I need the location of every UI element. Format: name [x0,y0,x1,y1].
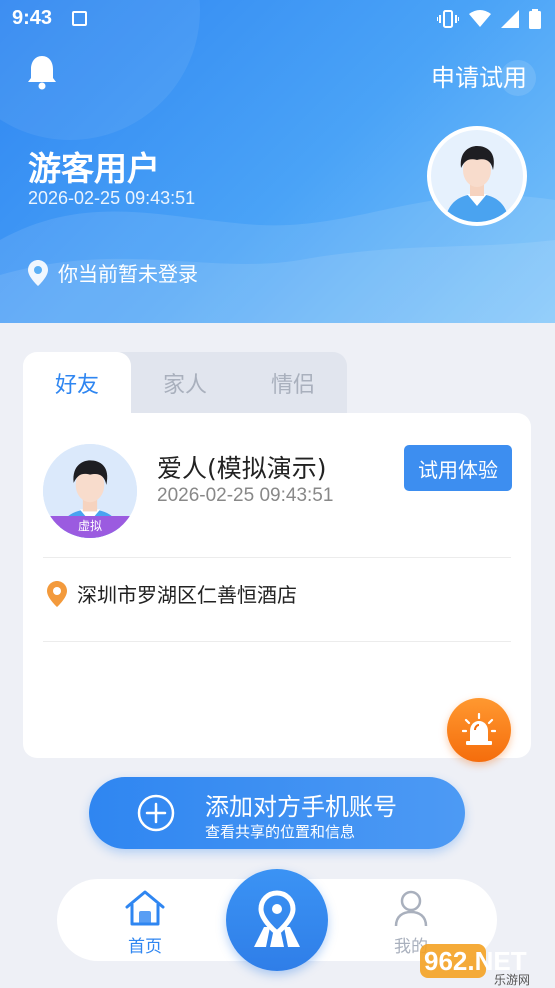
contact-card: 虚拟 爱人(模拟演示) 2026-02-25 09:43:51 试用体验 深圳市… [23,413,531,762]
signal-icon [501,10,519,28]
alarm-light-icon [462,713,496,745]
alarm-button[interactable] [447,698,511,762]
virtual-badge: 虚拟 [43,516,137,538]
location-pin-icon [28,259,48,286]
map-pin-icon [254,890,300,947]
tab-couple[interactable]: 情侣 [239,352,347,414]
watermark-sub: 乐游网 [494,973,530,986]
tab-family[interactable]: 家人 [131,352,239,414]
add-contact-title: 添加对方手机账号 [205,793,397,821]
avatar-boy-icon [431,130,523,222]
tab-friends[interactable]: 好友 [23,352,131,414]
user-timestamp: 2026-02-25 09:43:51 [28,188,196,208]
divider [43,641,511,642]
status-bar: 9:43 [0,0,555,38]
header: 9:43 申请试用 游客用户 2026-02-25 09:43:51 你当前暂未… [0,0,555,323]
nav-home-label: 首页 [128,937,162,957]
nav-home[interactable]: 首页 [123,889,167,957]
battery-icon [529,9,541,29]
contact-address-text: 深圳市罗湖区仁善恒酒店 [77,583,297,607]
watermark-logo: 962.NET 乐游网 [420,944,530,986]
watermark-text: 962.NET [424,946,527,976]
divider [43,557,511,558]
add-contact-button[interactable]: 添加对方手机账号 查看共享的位置和信息 [89,777,465,849]
contact-name: 爱人(模拟演示) [157,454,327,483]
bell-icon[interactable] [26,54,58,90]
status-time: 9:43 [12,7,53,29]
login-status-text: 你当前暂未登录 [58,262,198,286]
add-contact-subtitle: 查看共享的位置和信息 [205,823,356,841]
contact-timestamp: 2026-02-25 09:43:51 [157,485,334,506]
user-avatar[interactable] [427,126,527,226]
contact-address: 深圳市罗湖区仁善恒酒店 [47,579,297,608]
apply-trial-link[interactable]: 申请试用 [431,58,527,93]
location-pin-icon [47,580,67,607]
vibrate-icon [437,10,459,28]
user-icon [394,890,428,927]
login-status: 你当前暂未登录 [28,258,198,287]
trial-experience-button[interactable]: 试用体验 [404,445,512,491]
user-name: 游客用户 [28,149,160,188]
wifi-icon [469,10,491,27]
notification-a-icon [72,11,87,26]
home-icon [125,890,165,926]
plus-circle-icon [137,794,175,832]
nav-map-button[interactable] [226,869,328,971]
contact-avatar[interactable]: 虚拟 [43,444,137,538]
status-icons [437,9,541,29]
